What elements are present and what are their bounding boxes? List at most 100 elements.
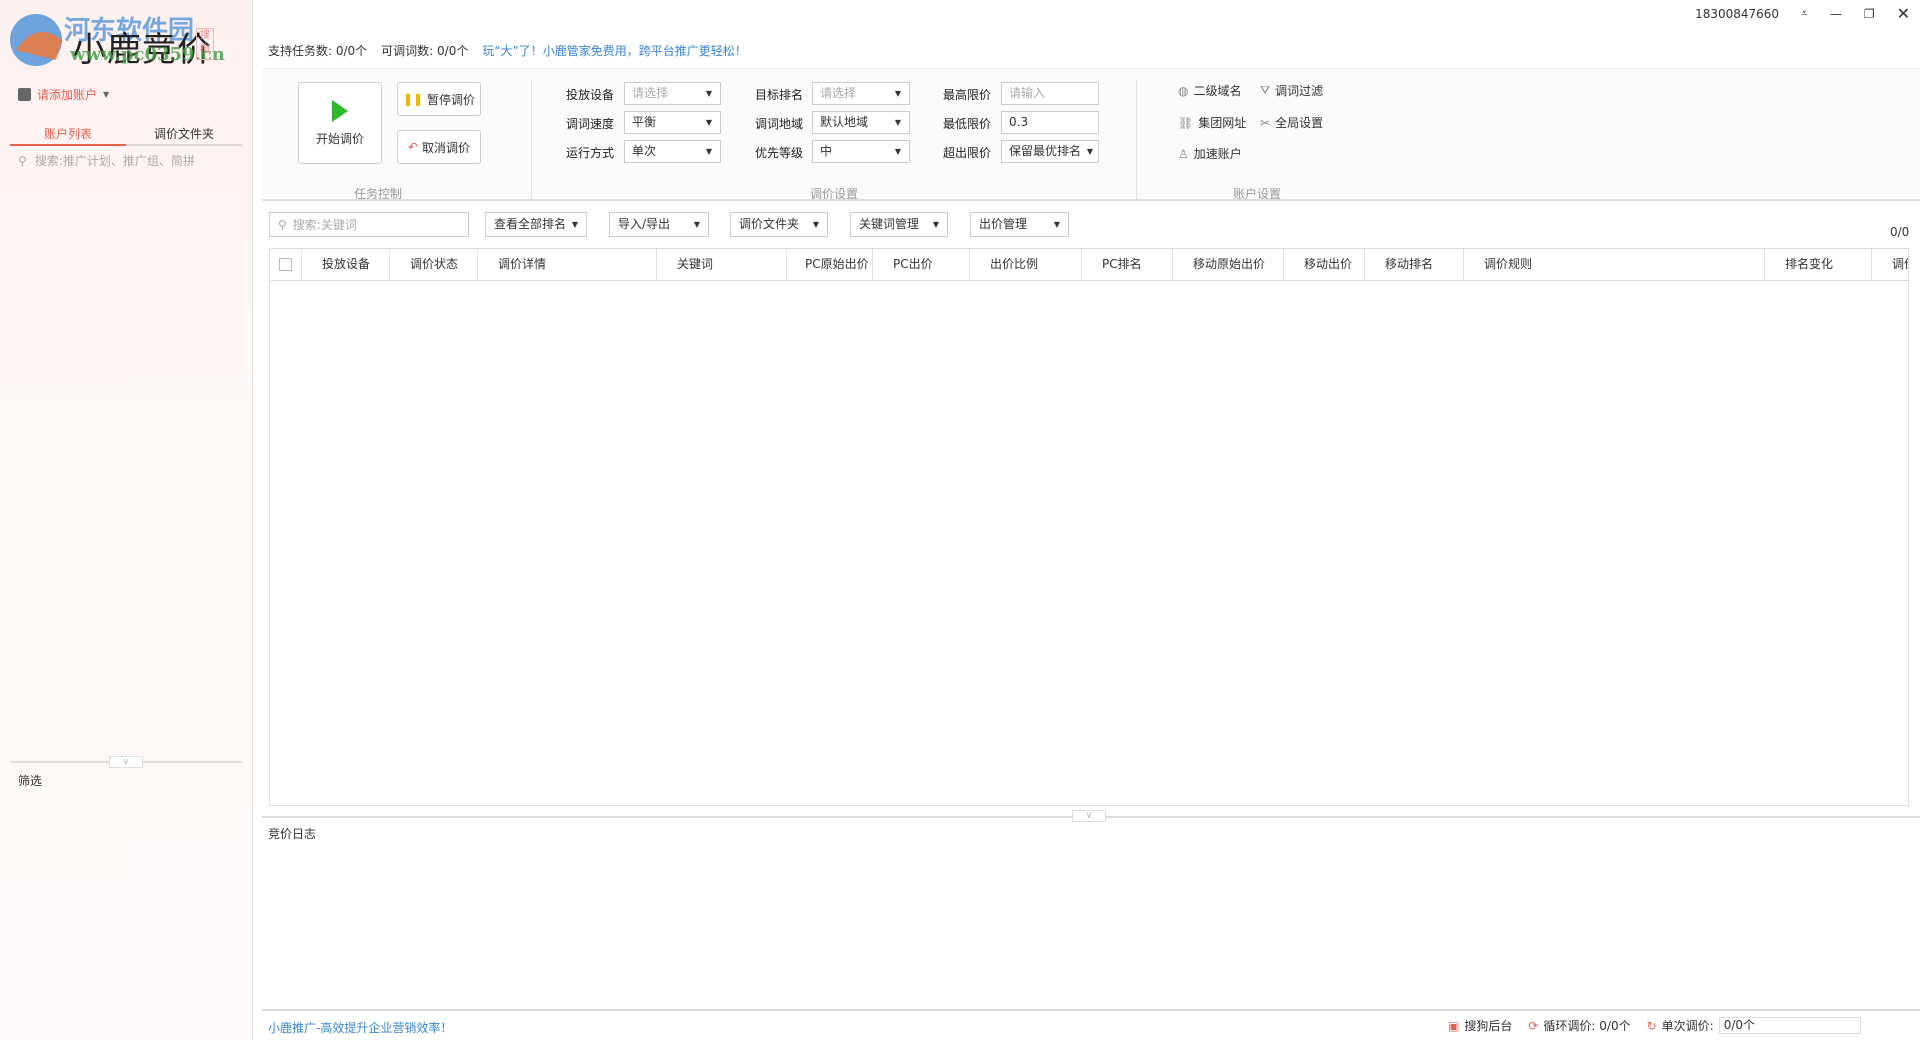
global-settings-link[interactable]: ✂ 全局设置 xyxy=(1260,114,1323,131)
globe-icon: ◍ xyxy=(1178,83,1189,98)
footer-status: ▣ 搜狗后台 ⟳ 循环调价: 0/0个 ↻ 单次调价: 0/0个 xyxy=(1448,1017,1861,1034)
pause-button[interactable]: ❚❚ 暂停调价 xyxy=(397,82,481,116)
view-all-rank-dropdown[interactable]: 查看全部排名 ▼ xyxy=(485,212,587,237)
group-url-link[interactable]: ⛓ 集团网址 xyxy=(1178,114,1246,131)
speed-select[interactable]: 平衡 ▼ xyxy=(624,111,721,134)
watermark-badge: 搜狗 xyxy=(196,28,214,60)
col-mobile-bid[interactable]: 移动出价 xyxy=(1284,249,1365,280)
log-area xyxy=(262,840,1920,1008)
min-price-label: 最低限价 xyxy=(943,117,992,131)
sidebar-search-input[interactable]: ⚲ 搜索:推广计划、推广组、简拼 xyxy=(18,152,195,169)
target-rank-label: 目标排名 xyxy=(755,88,804,102)
collapse-chevron-icon[interactable]: ∨ xyxy=(109,756,143,768)
min-price-input[interactable]: 0.3 xyxy=(1001,111,1099,134)
once-price-value: 0/0个 xyxy=(1718,1017,1861,1034)
subdomain-link[interactable]: ◍ 二级域名 xyxy=(1178,82,1242,99)
menu-dropdown-icon[interactable]: ⩡ xyxy=(1801,6,1808,21)
search-icon: ⚲ xyxy=(18,153,27,168)
keyword-count: 可调词数: 0/0个 xyxy=(381,44,469,58)
close-icon[interactable]: ✕ xyxy=(1897,4,1910,23)
priority-select[interactable]: 中 ▼ xyxy=(812,140,910,163)
cancel-label: 取消调价 xyxy=(422,140,471,155)
device-select[interactable]: 请选择 ▼ xyxy=(624,82,721,105)
footer-divider xyxy=(262,1009,1920,1011)
run-mode-select[interactable]: 单次 ▼ xyxy=(624,140,721,163)
caret-down-icon: ▼ xyxy=(103,90,110,99)
collapse-chevron-icon[interactable]: ∨ xyxy=(1072,810,1106,822)
tab-account-list[interactable]: 账户列表 xyxy=(10,124,126,146)
divider xyxy=(1136,79,1137,199)
col-bid-ratio[interactable]: 出价比例 xyxy=(970,249,1082,280)
target-rank-select[interactable]: 请选择 ▼ xyxy=(812,82,910,105)
footer-slogan-link[interactable]: 小鹿推广-高效提升企业营销效率！ xyxy=(268,1019,452,1036)
app-logo-icon xyxy=(10,14,62,66)
window-controls: 18300847660 ⩡ — ❐ ✕ xyxy=(1695,4,1910,23)
caret-down-icon: ▼ xyxy=(705,89,712,98)
promo-link[interactable]: 玩“大”了！小鹿管家免费用，跨平台推广更轻松！ xyxy=(482,42,746,59)
minimize-icon[interactable]: — xyxy=(1830,7,1842,21)
speed-label: 调词速度 xyxy=(566,117,615,131)
col-device[interactable]: 投放设备 xyxy=(302,249,390,280)
col-rule[interactable]: 调价规则 xyxy=(1464,249,1765,280)
restore-icon[interactable]: ❐ xyxy=(1864,7,1875,21)
add-account-dropdown[interactable]: 请添加账户 ▼ xyxy=(18,86,109,103)
select-all-checkbox[interactable] xyxy=(270,249,302,280)
col-pc-orig-bid[interactable]: PC原始出价 xyxy=(787,249,873,280)
col-keyword[interactable]: 关键词 xyxy=(657,249,787,280)
keyword-table: 投放设备 调价状态 调价详情 关键词 PC原始出价 PC出价 出价比例 PC排名… xyxy=(269,248,1909,806)
speed-account-link[interactable]: ♙ 加速账户 xyxy=(1178,145,1242,162)
refresh-icon: ⟳ xyxy=(1528,1018,1539,1033)
user-phone: 18300847660 xyxy=(1695,6,1780,21)
over-limit-label: 超出限价 xyxy=(943,146,992,160)
sogou-backend-link[interactable]: ▣ 搜狗后台 xyxy=(1448,1017,1512,1034)
col-detail[interactable]: 调价详情 xyxy=(478,249,657,280)
user-icon xyxy=(18,88,31,101)
caret-down-icon: ▼ xyxy=(705,118,712,127)
col-pc-bid[interactable]: PC出价 xyxy=(873,249,970,280)
task-count: 支持任务数: 0/0个 xyxy=(268,44,368,58)
result-count: 0/0 xyxy=(1890,225,1910,239)
link-icon: ⛓ xyxy=(1178,115,1194,130)
keyword-filter-link[interactable]: ⛛ 调词过滤 xyxy=(1260,82,1323,99)
sidebar-search-placeholder: 搜索:推广计划、推广组、简拼 xyxy=(34,154,195,168)
keyword-search-input[interactable]: ⚲ 搜索:关键词 xyxy=(269,212,469,237)
price-folder-dropdown[interactable]: 调价文件夹 ▼ xyxy=(730,212,828,237)
max-price-input[interactable]: 请输入 xyxy=(1001,82,1099,105)
start-button[interactable]: 开始调价 xyxy=(298,82,382,164)
bid-manage-dropdown[interactable]: 出价管理 ▼ xyxy=(970,212,1069,237)
toolbar-divider xyxy=(262,199,1920,201)
col-rank-change[interactable]: 排名变化 xyxy=(1765,249,1872,280)
caret-down-icon: ▼ xyxy=(894,89,901,98)
cancel-button[interactable]: ↶ 取消调价 xyxy=(397,130,481,164)
tools-icon: ✂ xyxy=(1260,115,1271,130)
col-mobile-orig-bid[interactable]: 移动原始出价 xyxy=(1173,249,1284,280)
tab-price-folder[interactable]: 调价文件夹 xyxy=(126,124,242,144)
toolbar: 开始调价 ❚❚ 暂停调价 ↶ 取消调价 任务控制 投放设备 请选择 ▼ 调词速度 平衡… xyxy=(262,68,1920,201)
undo-icon: ↶ xyxy=(407,140,419,154)
pause-label: 暂停调价 xyxy=(427,92,476,107)
sidebar: 河东软件园 小鹿竞价 www.pc0359.cn 搜狗 请添加账户 ▼ 账户列表… xyxy=(0,0,253,1040)
sidebar-tabs: 账户列表 调价文件夹 xyxy=(10,124,242,146)
col-status[interactable]: 调价状态 xyxy=(390,249,478,280)
device-label: 投放设备 xyxy=(566,88,615,102)
redo-icon: ↻ xyxy=(1646,1018,1657,1033)
caret-down-icon: ▼ xyxy=(894,118,901,127)
caret-down-icon: ▼ xyxy=(571,220,578,229)
region-select[interactable]: 默认地域 ▼ xyxy=(812,111,910,134)
caret-down-icon: ▼ xyxy=(1053,220,1060,229)
table-header: 投放设备 调价状态 调价详情 关键词 PC原始出价 PC出价 出价比例 PC排名… xyxy=(270,249,1908,281)
sidebar-splitter[interactable]: ∨ xyxy=(10,756,242,768)
col-price[interactable]: 调价 xyxy=(1872,249,1908,280)
caret-down-icon: ▼ xyxy=(812,220,819,229)
user-icon: ▣ xyxy=(1448,1018,1460,1033)
keyword-manage-dropdown[interactable]: 关键词管理 ▼ xyxy=(850,212,948,237)
user-outline-icon: ♙ xyxy=(1178,146,1189,161)
import-export-dropdown[interactable]: 导入/导出 ▼ xyxy=(609,212,709,237)
priority-label: 优先等级 xyxy=(755,146,804,160)
over-limit-select[interactable]: 保留最优排名 ▼ xyxy=(1001,140,1099,163)
once-price-status: ↻ 单次调价: 0/0个 xyxy=(1647,1017,1861,1034)
col-pc-rank[interactable]: PC排名 xyxy=(1082,249,1173,280)
col-mobile-rank[interactable]: 移动排名 xyxy=(1365,249,1464,280)
filter-label[interactable]: 筛选 xyxy=(18,772,42,789)
pause-icon: ❚❚ xyxy=(402,92,424,106)
